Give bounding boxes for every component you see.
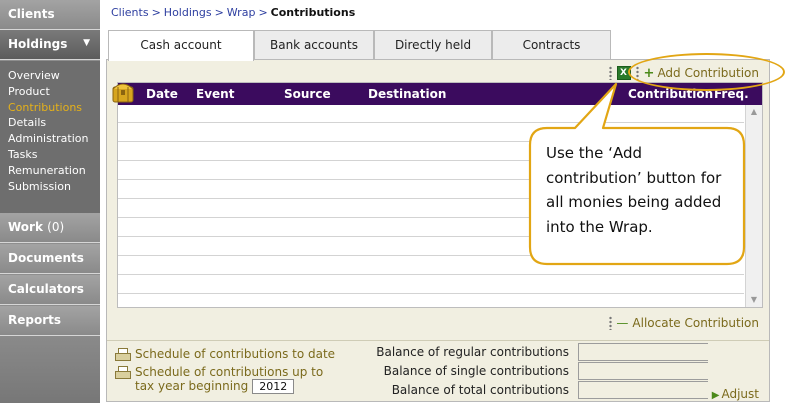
tab-directly-held[interactable]: Directly held (374, 30, 492, 59)
table-row (118, 238, 744, 256)
tax-year-input[interactable]: 2012 (252, 379, 295, 394)
breadcrumb-separator: > (258, 6, 268, 19)
nav-calculators-label: Calculators (8, 282, 84, 296)
nav-holdings-label: Holdings (8, 37, 68, 51)
balance-single-field (578, 362, 708, 380)
schedule-up-to-line1: Schedule of contributions up to (135, 365, 324, 379)
nav-work[interactable]: Work (0) (0, 213, 100, 243)
tab-cash-account[interactable]: Cash account (108, 30, 254, 61)
tab-bar: Cash account Bank accounts Directly held… (108, 30, 611, 61)
subnav-remuneration[interactable]: Remuneration (8, 163, 100, 179)
schedule-up-to-link[interactable]: Schedule of contributions up to tax year… (115, 365, 323, 394)
column-header-date[interactable]: Date (146, 87, 178, 101)
subnav-administration[interactable]: Administration (8, 131, 100, 147)
summary-section: Schedule of contributions to date Schedu… (107, 340, 769, 402)
chevron-down-icon: ▼ (83, 38, 90, 48)
balance-regular-field (578, 343, 708, 361)
balance-single-label: Balance of single contributions (383, 364, 569, 378)
breadcrumb-holdings[interactable]: Holdings (164, 6, 212, 19)
scroll-up-icon[interactable]: ▲ (746, 105, 762, 119)
adjust-label: Adjust (721, 387, 759, 401)
nav-clients-label: Clients (8, 7, 55, 21)
column-header-event[interactable]: Event (196, 87, 234, 101)
schedule-to-date-label: Schedule of contributions to date (135, 347, 336, 361)
subnav-tasks[interactable]: Tasks (8, 147, 100, 163)
schedule-up-to-line2: tax year beginning (135, 379, 249, 393)
holdings-subnav: Overview Product Contributions Details A… (0, 61, 100, 213)
nav-documents-label: Documents (8, 251, 84, 265)
breadcrumb: Clients > Holdings > Wrap > Contributions (111, 6, 355, 19)
adjust-button[interactable]: ▶ Adjust (712, 387, 759, 401)
nav-calculators[interactable]: Calculators (0, 275, 100, 305)
sidebar-filler (0, 336, 100, 403)
treasure-box-icon (112, 83, 134, 103)
callout-text: Use the ‘Add contribution’ button for al… (546, 144, 722, 236)
schedule-to-date-link[interactable]: Schedule of contributions to date (115, 347, 335, 361)
breadcrumb-separator: > (214, 6, 224, 19)
printer-icon (115, 348, 131, 361)
breadcrumb-current: Contributions (270, 6, 356, 19)
schedule-up-to-label: Schedule of contributions up to tax year… (135, 365, 323, 394)
printer-icon (115, 366, 131, 379)
allocate-contribution-button[interactable]: — Allocate Contribution (609, 316, 759, 330)
breadcrumb-separator: > (151, 6, 161, 19)
highlight-ellipse (628, 53, 785, 91)
separator-dots (608, 66, 612, 80)
nav-holdings[interactable]: Holdings ▼ (0, 30, 100, 60)
separator-dots (609, 316, 613, 330)
subnav-details[interactable]: Details (8, 115, 100, 131)
work-count-badge: (0) (47, 220, 65, 234)
nav-work-label: Work (8, 220, 43, 234)
column-header-destination[interactable]: Destination (368, 87, 446, 101)
nav-reports-label: Reports (8, 313, 62, 327)
play-icon: ▶ (711, 390, 720, 401)
sidebar: Clients Holdings ▼ Overview Product Cont… (0, 0, 100, 403)
balance-regular-label: Balance of regular contributions (376, 345, 569, 359)
nav-reports[interactable]: Reports (0, 306, 100, 336)
subnav-submission[interactable]: Submission (8, 179, 100, 195)
balance-total-field (578, 381, 708, 399)
subnav-contributions[interactable]: Contributions (8, 100, 100, 116)
nav-clients[interactable]: Clients (0, 0, 100, 30)
table-row (118, 124, 744, 142)
table-row (118, 257, 744, 275)
breadcrumb-wrap[interactable]: Wrap (227, 6, 256, 19)
allocate-contribution-label: Allocate Contribution (632, 316, 759, 330)
tab-contracts[interactable]: Contracts (492, 30, 611, 59)
balance-total-label: Balance of total contributions (391, 383, 569, 397)
column-header-source[interactable]: Source (284, 87, 331, 101)
table-row (118, 105, 744, 123)
dash-icon: — (616, 316, 629, 330)
scroll-down-icon[interactable]: ▼ (746, 293, 762, 307)
breadcrumb-clients[interactable]: Clients (111, 6, 149, 19)
subnav-overview[interactable]: Overview (8, 68, 100, 84)
table-row (118, 276, 744, 294)
grid-scrollbar[interactable]: ▲ ▼ (745, 105, 762, 307)
nav-documents[interactable]: Documents (0, 244, 100, 274)
tab-bank-accounts[interactable]: Bank accounts (254, 30, 374, 59)
subnav-product[interactable]: Product (8, 84, 100, 100)
